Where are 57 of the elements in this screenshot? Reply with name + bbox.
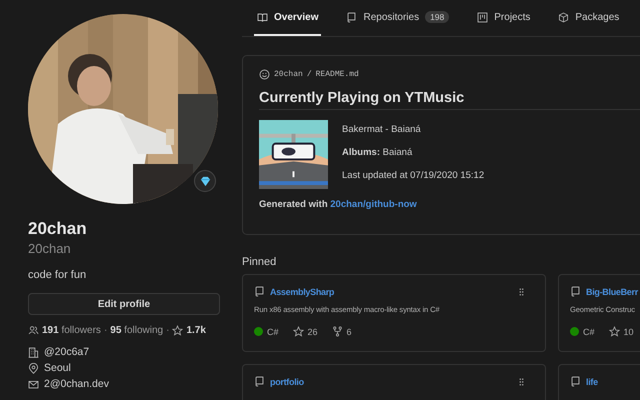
drag-handle-icon[interactable] [519, 378, 524, 386]
album-label: Albums: [342, 147, 380, 158]
book-icon [257, 12, 268, 22]
repo-icon [346, 12, 358, 22]
generated-label: Generated with [259, 199, 328, 210]
separator-dot: · [166, 325, 170, 336]
project-board-icon [477, 12, 488, 22]
star-count: 26 [308, 326, 318, 336]
profile-login: 20chan [28, 240, 72, 257]
star-icon [292, 326, 304, 337]
track-title: Bakermat - Baianá [342, 124, 422, 135]
language-label: C# [583, 326, 595, 336]
people-icon [28, 325, 39, 336]
profile-bio: code for fun [28, 269, 88, 281]
profile-name: 20chan [28, 218, 88, 240]
cube-icon [558, 12, 570, 22]
nav-tab[interactable]: Repositories 198 [343, 0, 452, 36]
fork-icon [332, 326, 343, 337]
following-link[interactable]: 95 following [110, 325, 164, 336]
fork-count: 6 [346, 326, 352, 336]
stars-link[interactable]: 1.7k [186, 325, 206, 336]
profile-detail: @20c6a7 [44, 346, 90, 358]
readme-heading: Currently Playing on YTMusic [259, 90, 640, 110]
star-count: 10 [624, 326, 634, 336]
path-separator: / [306, 70, 312, 79]
separator-dot: · [104, 325, 108, 336]
album-name: Baianá [382, 147, 412, 158]
followers-link[interactable]: 191 followers [42, 325, 101, 336]
diamond-badge [194, 170, 216, 192]
mail-icon [28, 378, 39, 390]
count-badge: 198 [425, 11, 450, 23]
repo-name-link[interactable]: AssemblySharp [270, 286, 334, 296]
readme-file: README.md [316, 70, 359, 79]
star-icon [172, 325, 184, 336]
edit-profile-button[interactable]: Edit profile [28, 293, 220, 315]
repo-name-link[interactable]: portfolio [270, 376, 304, 386]
building-icon [28, 346, 39, 358]
repo-icon [570, 376, 581, 387]
nav-tab[interactable]: Packages [555, 0, 622, 36]
repo-icon [254, 286, 265, 297]
repo-icon [254, 376, 265, 387]
email-link[interactable]: 2@0chan.dev [44, 378, 109, 390]
pinned-heading: Pinned [242, 256, 278, 268]
language-label: C# [267, 326, 279, 336]
star-icon [608, 326, 620, 337]
nav-tab[interactable]: Overview [254, 0, 322, 36]
nav-tab[interactable]: Projects [474, 0, 534, 36]
smiley-icon [259, 69, 270, 80]
last-updated-text: Last updated at 07/19/2020 15:12 [342, 170, 484, 181]
repo-name-link[interactable]: Big-BlueBerr [586, 286, 638, 296]
repo-icon [570, 286, 581, 297]
repo-link[interactable]: 20chan/github-now [330, 199, 417, 210]
profile-detail: Seoul [44, 362, 71, 374]
drag-handle-icon[interactable] [519, 288, 524, 296]
repo-name-link[interactable]: life [586, 376, 598, 386]
readme-user: 20chan [274, 70, 303, 79]
location-pin-icon [28, 362, 39, 374]
